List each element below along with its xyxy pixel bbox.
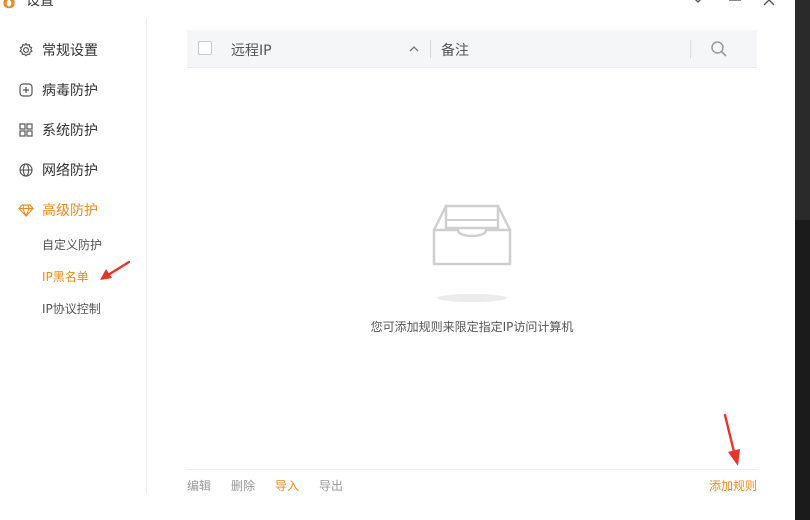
empty-shadow [437,294,507,302]
edit-button[interactable]: 编辑 [187,477,211,494]
title-bar: 设置 [0,0,795,18]
column-remote-ip[interactable]: 远程IP [231,40,272,60]
sort-up-icon[interactable] [407,42,421,56]
sidebar-item-network[interactable]: 网络防护 [18,158,98,182]
sidebar-item-virus[interactable]: 病毒防护 [18,78,98,102]
import-button[interactable]: 导入 [275,477,299,494]
window-title: 设置 [26,0,54,9]
sidebar: 常规设置 病毒防护 系统防护 网络防护 高级防护 自定义防护 IP黑名单 IP协… [0,18,147,494]
sidebar-item-label: 网络防护 [42,163,98,179]
empty-message: 您可添加规则来限定指定IP访问计算机 [370,320,574,334]
sidebar-item-general[interactable]: 常规设置 [18,38,98,62]
column-divider [690,40,691,58]
export-button[interactable]: 导出 [319,477,343,494]
select-all-checkbox[interactable] [198,41,212,55]
sidebar-item-label: 常规设置 [42,43,98,59]
background-window [795,0,810,520]
sub-item-ip-protocol[interactable]: IP协议控制 [42,300,101,318]
sidebar-item-system[interactable]: 系统防护 [18,118,98,142]
plus-square-icon [19,83,33,97]
column-divider [430,40,431,58]
add-rule-button[interactable]: 添加规则 [709,477,757,494]
globe-icon [19,163,33,177]
annotation-arrow-icon [723,413,740,466]
table-header: 远程IP 备注 [187,30,757,68]
close-icon[interactable] [759,0,779,10]
diamond-icon [18,204,34,218]
empty-tray-icon [432,204,512,266]
sidebar-item-advanced[interactable]: 高级防护 [18,198,98,222]
column-note: 备注 [441,43,469,59]
minimize-icon[interactable] [725,0,745,10]
gear-icon [19,42,33,57]
search-icon[interactable] [709,39,729,59]
delete-button[interactable]: 删除 [231,477,255,494]
sub-item-ip-blacklist[interactable]: IP黑名单 [42,268,89,286]
grid-icon [19,123,33,137]
chevron-down-icon[interactable] [688,0,708,10]
annotation-arrow-icon [100,260,131,280]
sidebar-item-label: 系统防护 [42,123,98,139]
sidebar-item-label: 病毒防护 [42,83,98,99]
app-logo-icon [3,0,15,9]
sidebar-item-label: 高级防护 [42,203,98,219]
footer-divider [187,469,757,470]
sub-item-custom[interactable]: 自定义防护 [42,236,102,254]
